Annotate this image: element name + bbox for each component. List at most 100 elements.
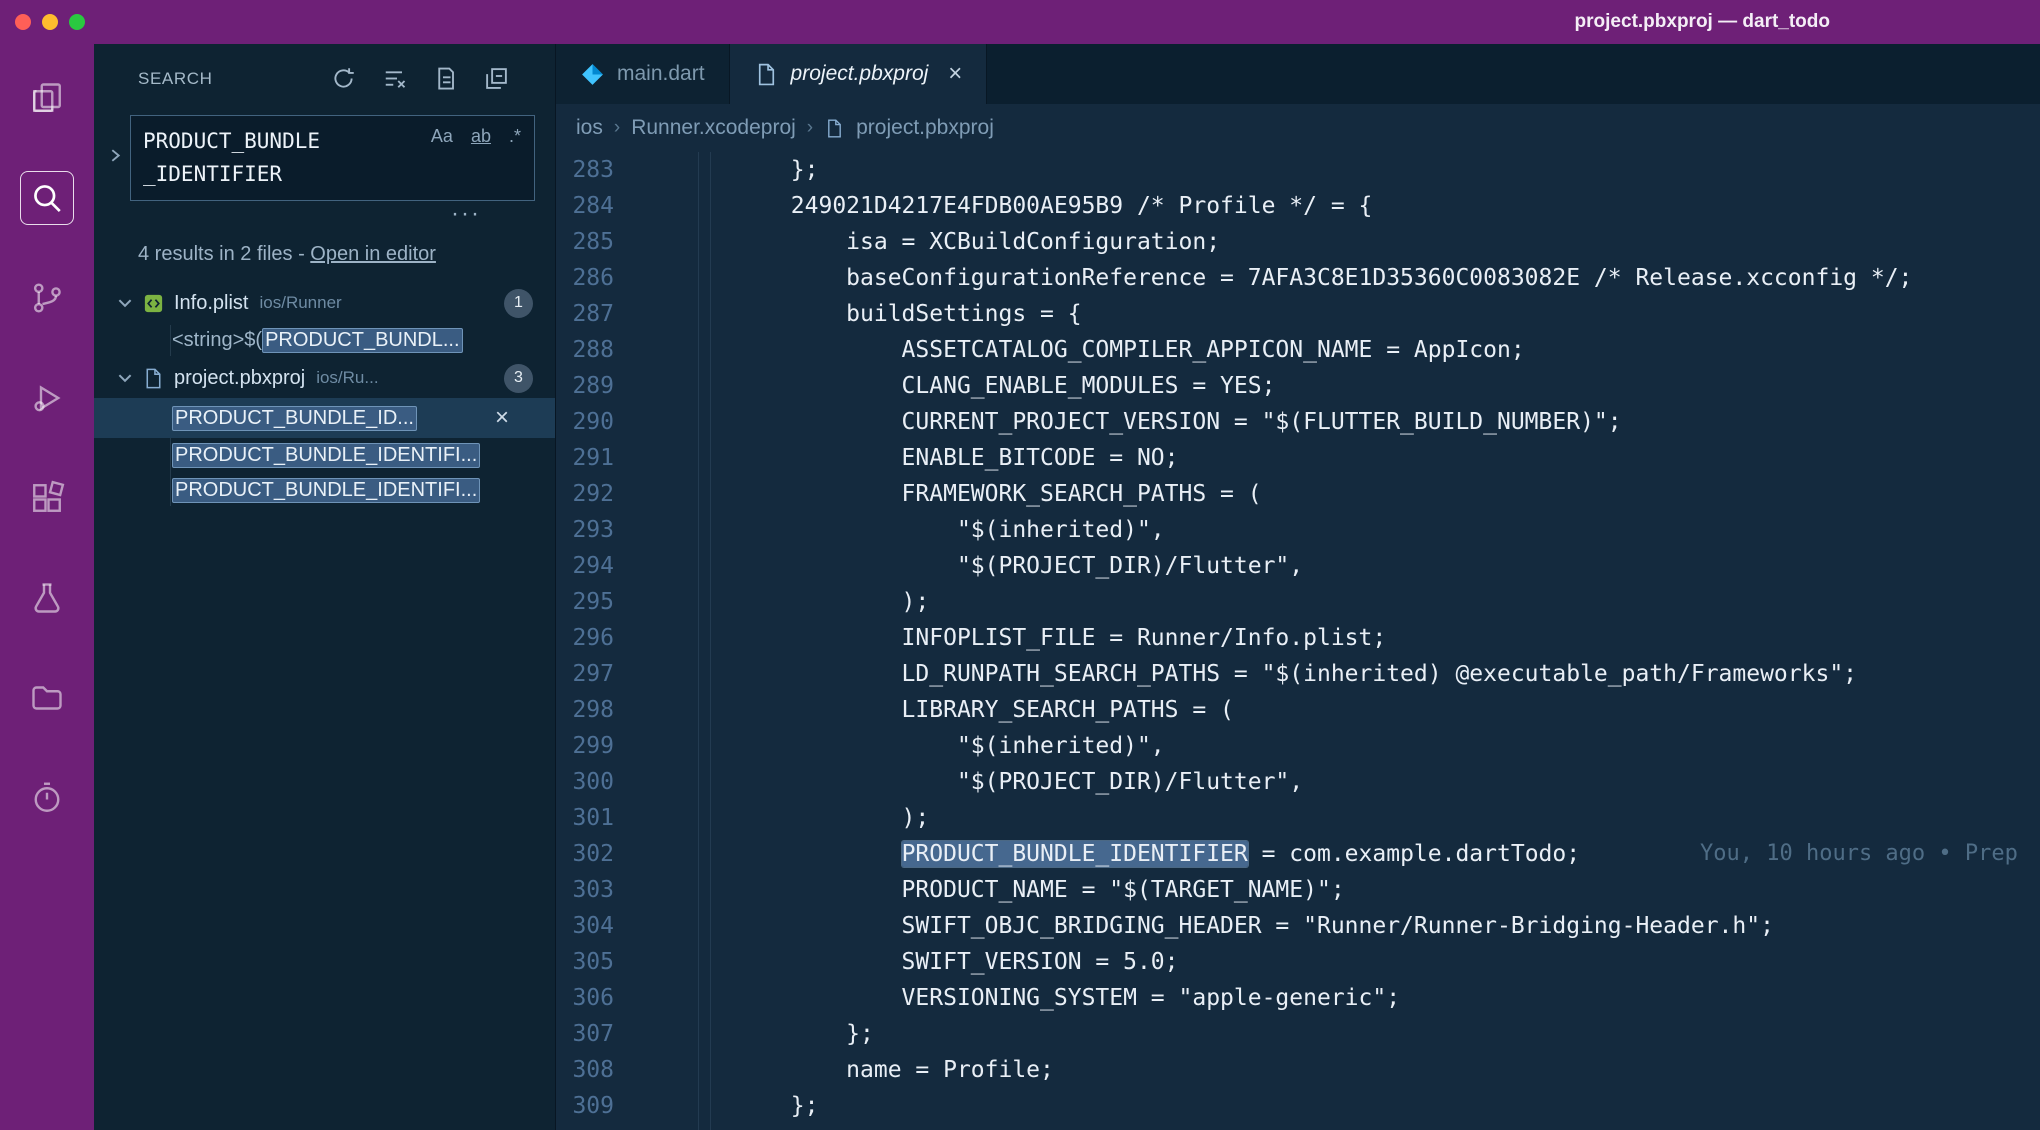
code-line-text[interactable]: CURRENT_PROJECT_VERSION = "$(FLUTTER_BUI… — [614, 404, 2040, 440]
code-line-text[interactable]: ENABLE_BITCODE = NO; — [614, 440, 2040, 476]
code-line[interactable]: 302 PRODUCT_BUNDLE_IDENTIFIER = com.exam… — [556, 836, 2040, 872]
code-line[interactable]: 305 SWIFT_VERSION = 5.0; — [556, 944, 2040, 980]
open-in-editor-link[interactable]: Open in editor — [310, 243, 436, 265]
code-line[interactable]: 290 CURRENT_PROJECT_VERSION = "$(FLUTTER… — [556, 404, 2040, 440]
line-number[interactable]: 291 — [556, 440, 614, 476]
code-line-text[interactable]: isa = XCBuildConfiguration; — [614, 224, 2040, 260]
code-line-text[interactable]: }; — [614, 1016, 2040, 1052]
line-number[interactable]: 283 — [556, 152, 614, 188]
line-number[interactable]: 290 — [556, 404, 614, 440]
collapse-all-icon[interactable] — [484, 66, 509, 91]
search-match-row-selected[interactable]: PRODUCT_BUNDLE_ID... × — [94, 398, 555, 438]
line-number[interactable]: 302 — [556, 836, 614, 872]
code-line[interactable]: 286 baseConfigurationReference = 7AFA3C8… — [556, 260, 2040, 296]
code-line[interactable]: 289 CLANG_ENABLE_MODULES = YES; — [556, 368, 2040, 404]
code-line-text[interactable]: "$(PROJECT_DIR)/Flutter", — [614, 548, 2040, 584]
activity-search[interactable] — [0, 148, 94, 248]
code-line-text[interactable]: ); — [614, 800, 2040, 836]
code-line-text[interactable]: CLANG_ENABLE_MODULES = YES; — [614, 368, 2040, 404]
code-line-text[interactable]: }; — [614, 1088, 2040, 1124]
line-number[interactable]: 306 — [556, 980, 614, 1016]
line-number[interactable]: 295 — [556, 584, 614, 620]
activity-extensions[interactable] — [0, 448, 94, 548]
line-number[interactable]: 287 — [556, 296, 614, 332]
code-line-text[interactable]: VERSIONING_SYSTEM = "apple-generic"; — [614, 980, 2040, 1016]
breadcrumb-item[interactable]: Runner.xcodeproj — [631, 116, 796, 140]
code-line-text[interactable]: ASSETCATALOG_COMPILER_APPICON_NAME = App… — [614, 332, 2040, 368]
code-line[interactable]: 294 "$(PROJECT_DIR)/Flutter", — [556, 548, 2040, 584]
search-match-row[interactable]: <string>$(PRODUCT_BUNDL... — [94, 323, 555, 358]
code-line[interactable]: 301 ); — [556, 800, 2040, 836]
new-search-editor-icon[interactable] — [433, 66, 458, 91]
code-line[interactable]: 285 isa = XCBuildConfiguration; — [556, 224, 2040, 260]
line-number[interactable]: 294 — [556, 548, 614, 584]
code-line-text[interactable]: "$(inherited)", — [614, 728, 2040, 764]
breadcrumb-item[interactable]: ios — [576, 116, 603, 140]
code-line[interactable]: 303 PRODUCT_NAME = "$(TARGET_NAME)"; — [556, 872, 2040, 908]
tab-project-pbxproj[interactable]: project.pbxproj × — [730, 44, 988, 104]
code-line-text[interactable]: PRODUCT_BUNDLE_IDENTIFIER = com.example.… — [614, 836, 2040, 872]
code-line-text[interactable]: baseConfigurationReference = 7AFA3C8E1D3… — [614, 260, 2040, 296]
zoom-window-button[interactable] — [69, 14, 85, 30]
activity-source-control[interactable] — [0, 248, 94, 348]
search-match-row[interactable]: PRODUCT_BUNDLE_IDENTIFI... — [94, 473, 555, 508]
line-number[interactable]: 301 — [556, 800, 614, 836]
line-number[interactable]: 293 — [556, 512, 614, 548]
match-case-toggle[interactable]: Aa — [428, 125, 456, 148]
line-number[interactable]: 296 — [556, 620, 614, 656]
line-number[interactable]: 285 — [556, 224, 614, 260]
toggle-search-details-icon[interactable]: ··· — [451, 207, 481, 221]
activity-testing[interactable] — [0, 548, 94, 648]
search-match-row[interactable]: PRODUCT_BUNDLE_IDENTIFI... — [94, 438, 555, 473]
code-line-text[interactable]: LIBRARY_SEARCH_PATHS = ( — [614, 692, 2040, 728]
code-line[interactable]: 306 VERSIONING_SYSTEM = "apple-generic"; — [556, 980, 2040, 1016]
whole-word-toggle[interactable]: ab — [468, 125, 494, 148]
line-number[interactable]: 307 — [556, 1016, 614, 1052]
code-line[interactable]: 295 ); — [556, 584, 2040, 620]
activity-run-and-debug[interactable] — [0, 348, 94, 448]
code-editor[interactable]: 283 };284 249021D4217E4FDB00AE95B9 /* Pr… — [556, 152, 2040, 1130]
code-line-text[interactable]: }; — [614, 152, 2040, 188]
line-number[interactable]: 292 — [556, 476, 614, 512]
line-number[interactable]: 305 — [556, 944, 614, 980]
line-number[interactable]: 304 — [556, 908, 614, 944]
code-line-text[interactable]: PRODUCT_NAME = "$(TARGET_NAME)"; — [614, 872, 2040, 908]
code-line[interactable]: 296 INFOPLIST_FILE = Runner/Info.plist; — [556, 620, 2040, 656]
line-number[interactable]: 299 — [556, 728, 614, 764]
line-number[interactable]: 308 — [556, 1052, 614, 1088]
code-line-text[interactable]: buildSettings = { — [614, 296, 2040, 332]
clear-search-results-icon[interactable] — [382, 66, 407, 91]
refresh-icon[interactable] — [331, 66, 356, 91]
code-line[interactable]: 308 name = Profile; — [556, 1052, 2040, 1088]
tab-main-dart[interactable]: main.dart — [556, 44, 730, 104]
search-input[interactable]: PRODUCT_BUNDLE_IDENTIFIER Aa ab .* — [130, 115, 535, 201]
activity-explorer[interactable] — [0, 48, 94, 148]
code-line-text[interactable]: SWIFT_OBJC_BRIDGING_HEADER = "Runner/Run… — [614, 908, 2040, 944]
close-tab-icon[interactable]: × — [948, 62, 962, 86]
code-line[interactable]: 299 "$(inherited)", — [556, 728, 2040, 764]
code-line[interactable]: 283 }; — [556, 152, 2040, 188]
line-number[interactable]: 303 — [556, 872, 614, 908]
code-line[interactable]: 287 buildSettings = { — [556, 296, 2040, 332]
line-number[interactable]: 300 — [556, 764, 614, 800]
line-number[interactable]: 288 — [556, 332, 614, 368]
result-file-info-plist[interactable]: Info.plist ios/Runner 1 — [94, 283, 555, 323]
code-line[interactable]: 298 LIBRARY_SEARCH_PATHS = ( — [556, 692, 2040, 728]
code-line[interactable]: 288 ASSETCATALOG_COMPILER_APPICON_NAME =… — [556, 332, 2040, 368]
code-line[interactable]: 300 "$(PROJECT_DIR)/Flutter", — [556, 764, 2040, 800]
code-line-text[interactable]: "$(inherited)", — [614, 512, 2040, 548]
code-line[interactable]: 307 }; — [556, 1016, 2040, 1052]
line-number[interactable]: 309 — [556, 1088, 614, 1124]
code-line-text[interactable]: "$(PROJECT_DIR)/Flutter", — [614, 764, 2040, 800]
code-line-text[interactable]: SWIFT_VERSION = 5.0; — [614, 944, 2040, 980]
breadcrumb-item[interactable]: project.pbxproj — [856, 116, 994, 140]
minimize-window-button[interactable] — [42, 14, 58, 30]
code-line[interactable]: 284 249021D4217E4FDB00AE95B9 /* Profile … — [556, 188, 2040, 224]
line-number[interactable]: 284 — [556, 188, 614, 224]
code-line-text[interactable]: ); — [614, 584, 2040, 620]
code-line-text[interactable]: LD_RUNPATH_SEARCH_PATHS = "$(inherited) … — [614, 656, 2040, 692]
activity-timer[interactable] — [0, 748, 94, 848]
code-line[interactable]: 297 LD_RUNPATH_SEARCH_PATHS = "$(inherit… — [556, 656, 2040, 692]
code-line-text[interactable]: INFOPLIST_FILE = Runner/Info.plist; — [614, 620, 2040, 656]
code-line[interactable]: 293 "$(inherited)", — [556, 512, 2040, 548]
